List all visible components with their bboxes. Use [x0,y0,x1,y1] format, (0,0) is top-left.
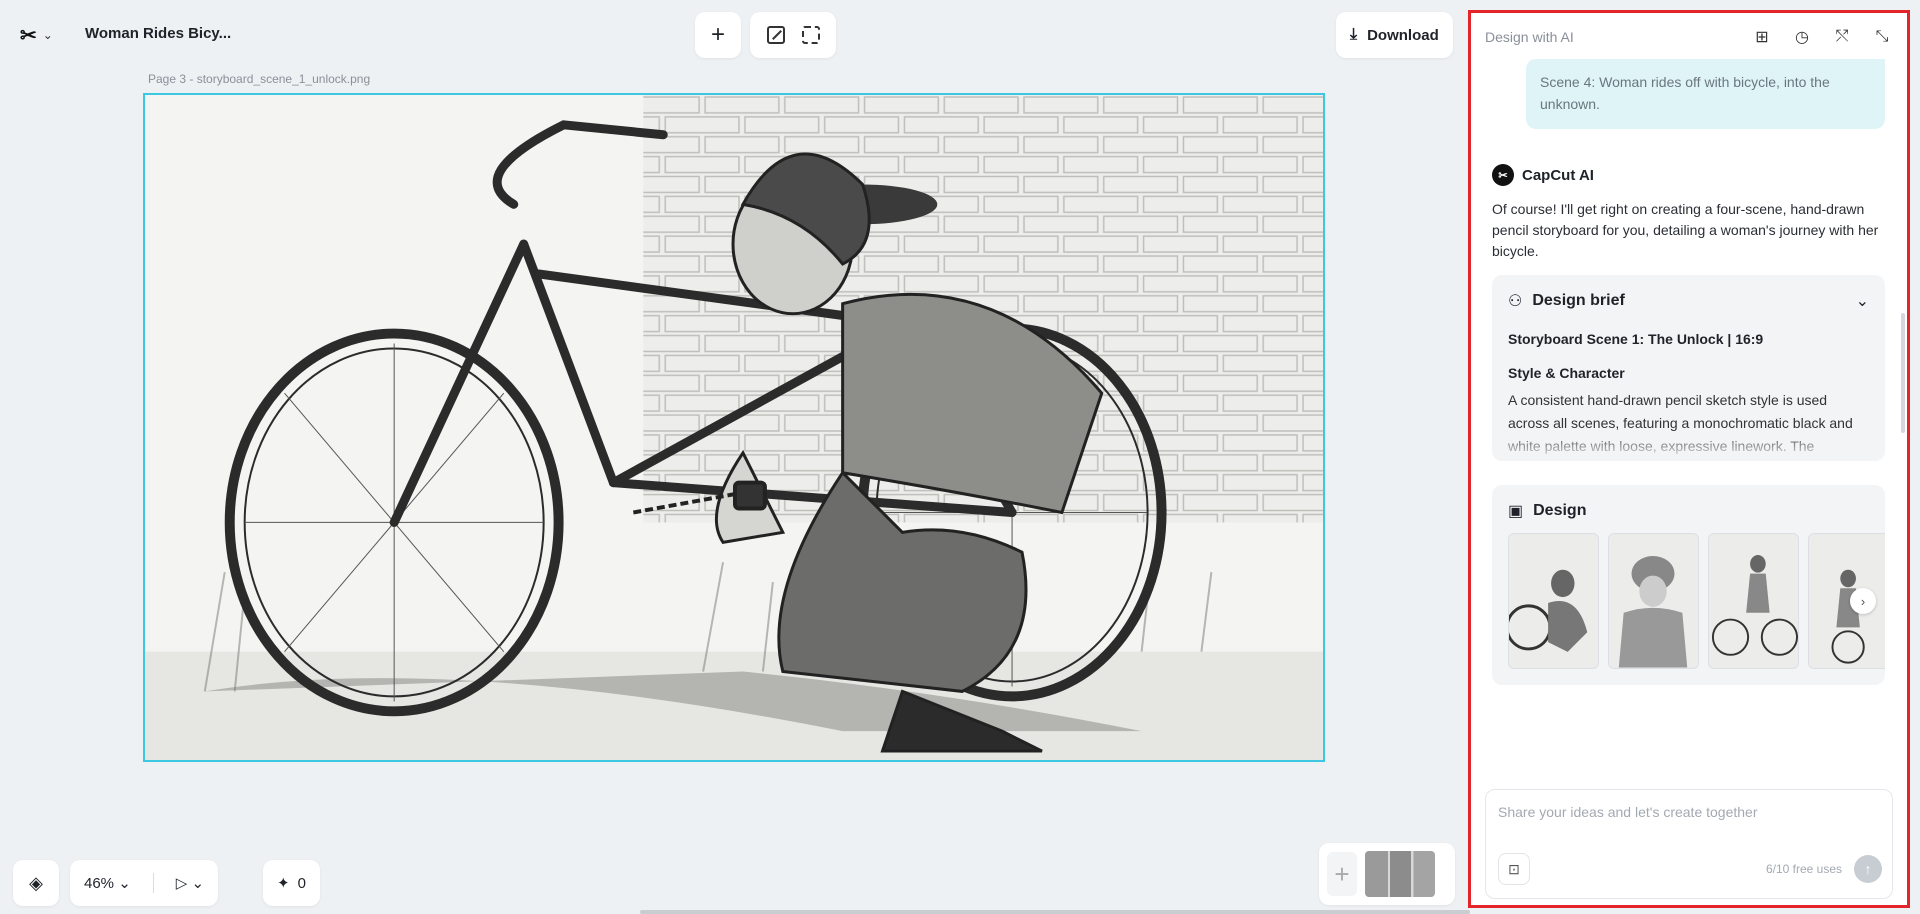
design-thumbnail[interactable] [1708,533,1799,669]
download-icon: ⤓ [1350,26,1358,43]
zoom-select[interactable]: 46% ⌄ [84,874,131,892]
page-thumbnails: + [1319,843,1455,905]
design-icon: ▣ [1508,503,1524,520]
canvas-image[interactable] [143,93,1325,762]
remove-background-icon[interactable] [766,26,785,44]
ai-message: Of course! I'll get right on creating a … [1492,201,1879,259]
chevron-down-icon: ⌄ [191,875,205,892]
brief-subheading: Style & Character [1508,365,1625,381]
design-thumbnail[interactable] [1608,533,1699,669]
panel-header: Design with AI ⊞ ◷ ⤲ ⤡ [1485,25,1893,49]
design-thumbnails [1508,533,1885,669]
layers-icon: ◈ [29,872,43,893]
prompt-input[interactable] [1498,804,1878,820]
design-card: ▣ Design › [1492,485,1885,685]
ai-header: ✂ CapCut AI [1492,164,1594,186]
layers-button[interactable]: ◈ [13,860,59,906]
ai-name: CapCut AI [1522,166,1594,184]
user-message: Scene 4: Woman rides off with bicycle, i… [1526,59,1885,129]
panel-scrollbar[interactable] [1901,313,1905,433]
plus-icon: + [1334,858,1350,889]
credits-count: 0 [297,874,306,892]
image-upload-icon: ⊡ [1508,860,1520,877]
panel-title: Design with AI [1485,29,1574,45]
send-button[interactable]: ↑ [1854,855,1882,883]
share-icon[interactable]: ⤲ [1831,26,1853,48]
user-message-text: Scene 4: Woman rides off with bicycle, i… [1540,74,1830,112]
plus-icon: + [710,21,725,48]
zoom-value: 46% [84,875,115,892]
canvas-tools [750,12,836,58]
app-menu[interactable]: ✂ ⌄ [8,12,65,58]
add-button[interactable]: + [695,12,741,58]
brief-icon: ⚇ [1508,293,1523,310]
brief-title: Design brief [1532,292,1625,309]
new-chat-icon[interactable]: ⊞ [1751,26,1773,48]
capcut-ai-avatar-icon: ✂ [1492,164,1514,186]
pointer-tool-select[interactable]: ▷ ⌄ [176,874,204,892]
chevron-down-icon[interactable]: ⌄ [1856,291,1869,311]
cursor-icon: ▷ [175,875,188,892]
free-uses-counter: 6/10 free uses [1765,862,1842,876]
collapse-icon[interactable]: ⤡ [1871,26,1893,48]
arrow-up-icon: ↑ [1864,861,1872,877]
download-label: Download [1367,26,1439,44]
page-thumbnail[interactable] [1365,851,1435,897]
horizontal-scrollbar[interactable] [640,910,1470,914]
download-button[interactable]: ⤓ Download [1336,12,1453,58]
chevron-right-icon: › [1860,593,1866,609]
sparkle-icon: ✦ [277,875,290,892]
ai-credits-button[interactable]: ✦ 0 [263,860,320,906]
bicycle-sketch-image [145,95,1323,760]
divider [152,873,154,893]
design-title: Design [1533,502,1587,519]
design-thumbnail[interactable] [1508,533,1599,669]
zoom-controls: 46% ⌄ ▷ ⌄ [70,860,219,906]
history-icon[interactable]: ◷ [1791,26,1813,48]
fade-overlay [1492,431,1885,461]
add-page-button[interactable]: + [1327,852,1357,896]
prompt-composer: ⊡ 6/10 free uses ↑ [1485,789,1893,899]
chevron-down-icon: ⌄ [118,875,131,892]
design-brief-card[interactable]: ⚇ Design brief ⌄ Storyboard Scene 1: The… [1492,275,1885,461]
capcut-logo-icon: ✂ [20,24,37,47]
next-thumbnails-button[interactable]: › [1850,588,1876,614]
document-title[interactable]: Woman Rides Bicy... [85,25,231,42]
attach-image-button[interactable]: ⊡ [1498,853,1530,885]
chevron-down-icon: ⌄ [42,28,53,42]
brief-scene-line: Storyboard Scene 1: The Unlock | 16:9 [1508,331,1764,347]
design-with-ai-panel: Design with AI ⊞ ◷ ⤲ ⤡ Scene 4: Woman ri… [1468,10,1910,908]
resize-icon[interactable] [801,26,820,44]
page-label: Page 3 - storyboard_scene_1_unlock.png [148,72,371,86]
